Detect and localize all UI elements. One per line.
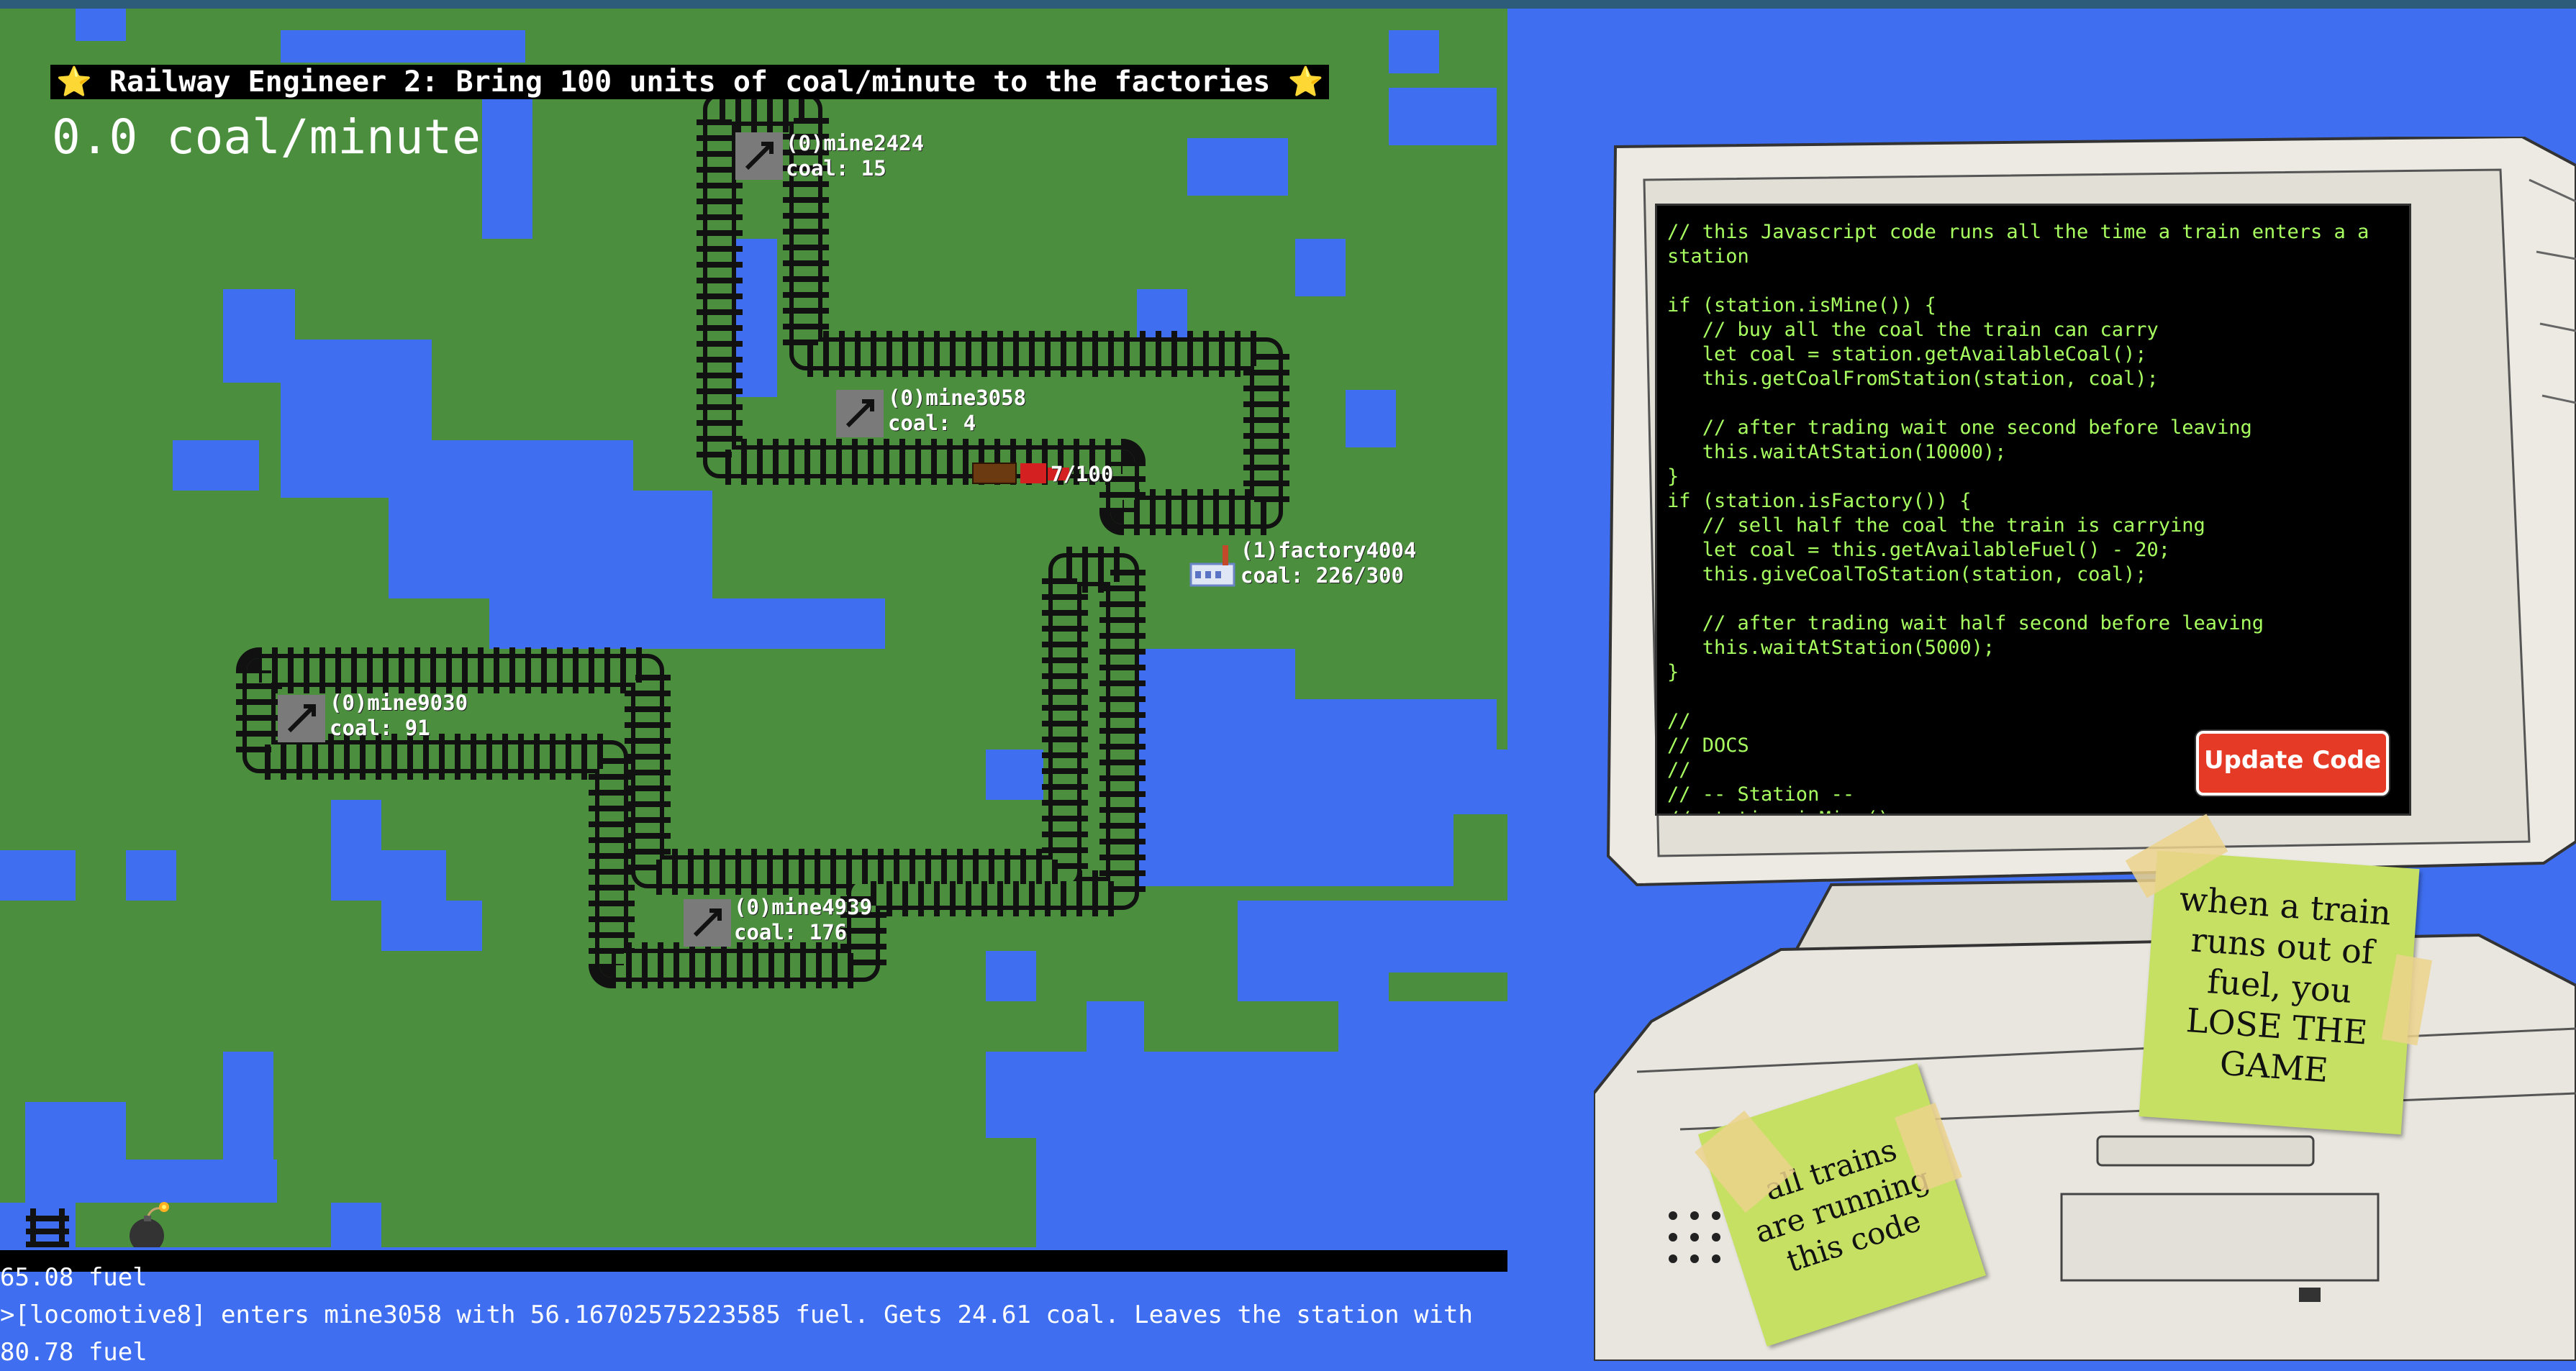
station-label[interactable]: (0)mine3058 coal: 4 — [888, 386, 1026, 436]
station-label[interactable]: (1)factory4004 coal: 226/300 — [1241, 538, 1416, 588]
pickaxe-icon — [684, 899, 731, 947]
station-coal: coal: 176 — [734, 920, 848, 944]
station-name: (0)mine9030 — [330, 691, 468, 715]
water-tiles — [0, 9, 1507, 1247]
bomb-icon[interactable] — [130, 1202, 169, 1247]
coal-rate: 0.0 coal/minute — [52, 109, 481, 165]
console-log: 65.08 fuel >[locomotive8] enters mine305… — [0, 1250, 1507, 1367]
game-map — [0, 9, 1507, 1247]
log-line: >[locomotive8] enters mine3058 with 56.1… — [0, 1301, 1473, 1329]
station-name: (0)mine2424 — [786, 131, 925, 155]
station-label[interactable]: (0)mine2424 coal: 15 — [786, 131, 924, 181]
pickaxe-icon — [735, 132, 783, 180]
top-bar — [0, 0, 2576, 9]
code-editor[interactable]: // this Javascript code runs all the tim… — [1655, 204, 2411, 816]
station-coal: coal: 4 — [888, 411, 976, 435]
sticky-note-warning: when a train runs out of fuel, you LOSE … — [2139, 850, 2420, 1135]
game-canvas[interactable]: ⭐ Railway Engineer 2: Bring 100 units of… — [0, 9, 1507, 1247]
update-code-button[interactable]: Update Code — [2196, 731, 2389, 796]
factory-icon — [1189, 545, 1235, 587]
code-text[interactable]: // this Javascript code runs all the tim… — [1657, 206, 2409, 814]
station-coal: coal: 15 — [786, 156, 886, 181]
train-cargo-label: 7/100 — [1051, 462, 1114, 486]
fuel-line: 65.08 fuel — [0, 1263, 148, 1292]
station-name: (0)mine3058 — [888, 386, 1027, 410]
console-divider — [0, 1250, 1507, 1272]
station-name: (1)factory4004 — [1241, 538, 1417, 562]
pickaxe-icon — [836, 390, 884, 437]
station-label[interactable]: (0)mine9030 coal: 91 — [330, 691, 468, 741]
station-name: (0)mine4939 — [734, 895, 873, 919]
log-line: 80.78 fuel — [0, 1338, 148, 1367]
station-coal: coal: 226/300 — [1241, 563, 1404, 588]
station-label[interactable]: (0)mine4939 coal: 176 — [734, 895, 872, 945]
station-coal: coal: 91 — [330, 716, 430, 740]
pickaxe-icon — [278, 695, 325, 742]
game-title: ⭐ Railway Engineer 2: Bring 100 units of… — [50, 65, 1330, 99]
